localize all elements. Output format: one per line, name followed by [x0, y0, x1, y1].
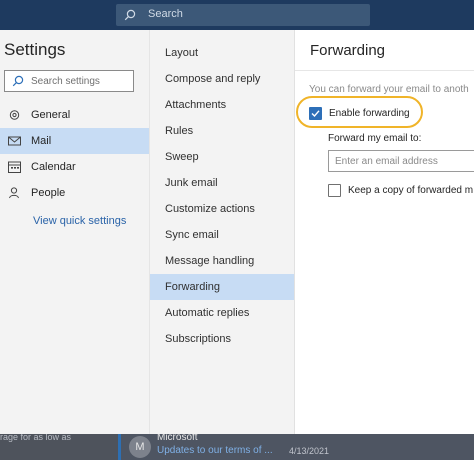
mail-subnav: Layout Compose and reply Attachments Rul…	[149, 30, 295, 434]
checkmark-icon	[311, 110, 320, 118]
subnav-item-rules[interactable]: Rules	[150, 118, 295, 144]
view-quick-settings-link[interactable]: View quick settings	[33, 215, 126, 227]
nav-item-label: Mail	[31, 135, 52, 147]
subnav-item-compose-and-reply[interactable]: Compose and reply	[150, 66, 295, 92]
enable-forwarding-label: Enable forwarding	[329, 108, 410, 119]
settings-categories: Settings Search settings General Mail Ca…	[0, 30, 149, 434]
background-message-row: M Microsoft Updates to our terms of ... …	[118, 432, 474, 460]
nav-item-general[interactable]: General	[0, 102, 149, 128]
mail-icon	[8, 136, 21, 146]
subnav-item-label: Forwarding	[165, 281, 221, 293]
subnav-item-label: Message handling	[165, 255, 255, 267]
subnav-item-label: Compose and reply	[165, 73, 261, 85]
avatar: M	[129, 436, 151, 458]
email-input-placeholder: Enter an email address	[335, 156, 438, 167]
subnav-item-label: Automatic replies	[165, 307, 250, 319]
subnav-item-forwarding[interactable]: Forwarding	[150, 274, 295, 300]
subnav-item-label: Customize actions	[165, 203, 255, 215]
subnav-item-attachments[interactable]: Attachments	[150, 92, 295, 118]
message-date: 4/13/2021	[289, 446, 330, 456]
nav-item-people[interactable]: People	[0, 180, 149, 206]
enable-forwarding-checkbox[interactable]	[309, 107, 322, 120]
settings-search-input[interactable]: Search settings	[4, 70, 134, 92]
nav-item-label: General	[31, 109, 71, 121]
subnav-item-sync-email[interactable]: Sync email	[150, 222, 295, 248]
message-subject: Updates to our terms of ...	[157, 445, 273, 456]
forwarding-title: Forwarding	[310, 42, 386, 59]
subnav-item-junk-email[interactable]: Junk email	[150, 170, 295, 196]
forward-email-input[interactable]: Enter an email address	[328, 150, 474, 172]
people-icon	[9, 187, 19, 199]
nav-item-label: Calendar	[31, 161, 76, 173]
subnav-item-label: Layout	[165, 47, 199, 59]
subnav-item-layout[interactable]: Layout	[150, 40, 295, 66]
subnav-item-customize-actions[interactable]: Customize actions	[150, 196, 295, 222]
top-bar: Search	[0, 0, 474, 30]
subnav-item-label: Subscriptions	[165, 333, 232, 345]
settings-title: Settings	[4, 40, 66, 59]
settings-search-placeholder: Search settings	[31, 76, 100, 87]
divider	[295, 70, 474, 71]
search-icon	[124, 9, 136, 21]
nav-item-calendar[interactable]: Calendar	[0, 154, 149, 180]
global-search-placeholder: Search	[148, 8, 183, 20]
nav-item-label: People	[31, 187, 66, 199]
calendar-icon	[8, 161, 21, 173]
subnav-item-label: Sync email	[165, 229, 219, 241]
subnav-item-label: Rules	[165, 125, 194, 137]
gear-icon	[9, 110, 20, 120]
subnav-item-label: Junk email	[165, 177, 218, 189]
subnav-item-label: Attachments	[165, 99, 227, 111]
subnav-item-label: Sweep	[165, 151, 199, 163]
subnav-item-subscriptions[interactable]: Subscriptions	[150, 326, 295, 352]
global-search-box[interactable]: Search	[116, 4, 370, 26]
search-icon	[12, 75, 24, 87]
subnav-item-automatic-replies[interactable]: Automatic replies	[150, 300, 295, 326]
forward-to-label: Forward my email to:	[328, 133, 422, 144]
subnav-item-sweep[interactable]: Sweep	[150, 144, 295, 170]
keep-copy-label: Keep a copy of forwarded m	[348, 185, 474, 196]
nav-item-mail[interactable]: Mail	[0, 128, 149, 154]
forwarding-panel: Forwarding You can forward your email to…	[295, 30, 474, 434]
keep-copy-checkbox[interactable]	[328, 184, 341, 197]
settings-dialog: Settings Search settings General Mail Ca…	[0, 30, 474, 434]
subnav-item-message-handling[interactable]: Message handling	[150, 248, 295, 274]
forwarding-description: You can forward your email to anoth	[309, 84, 469, 95]
